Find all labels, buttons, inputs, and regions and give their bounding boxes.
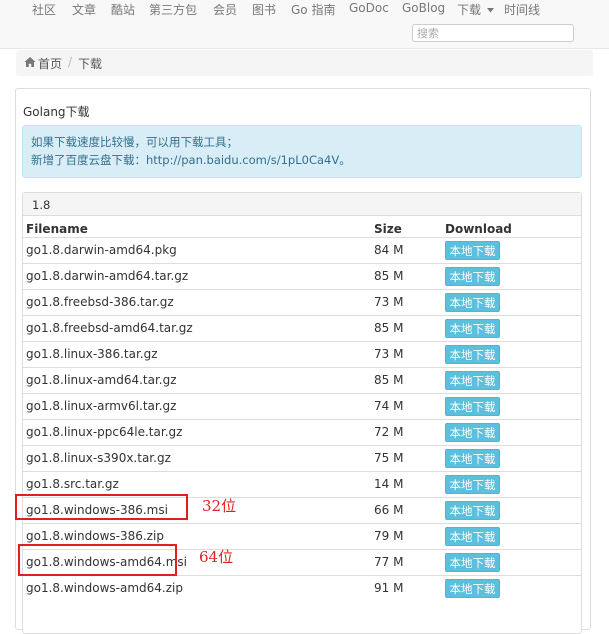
file-size: 85 M <box>374 269 404 283</box>
local-download-button[interactable]: 本地下载 <box>445 501 500 520</box>
table-row: go1.8.linux-ppc64le.tar.gz 72 M 本地下载 <box>23 419 581 446</box>
nav-books[interactable]: 图书 <box>252 1 276 18</box>
table-row: go1.8.darwin-amd64.tar.gz 85 M 本地下载 <box>23 263 581 290</box>
local-download-button[interactable]: 本地下载 <box>445 553 500 572</box>
version-header: 1.8 <box>23 193 581 216</box>
search-input[interactable] <box>412 24 574 42</box>
highlight-box-64bit <box>18 544 177 576</box>
page-title: Golang下载 <box>23 105 90 119</box>
file-size: 66 M <box>374 503 404 517</box>
table-row: go1.8.linux-s390x.tar.gz 75 M 本地下载 <box>23 445 581 472</box>
file-name: go1.8.freebsd-amd64.tar.gz <box>26 321 193 335</box>
nav-timeline[interactable]: 时间线 <box>504 1 540 18</box>
file-size: 74 M <box>374 399 404 413</box>
annotation-label-64bit: 64位 <box>199 548 234 566</box>
file-name: go1.8.windows-386.zip <box>26 529 164 543</box>
file-name: go1.8.linux-armv6l.tar.gz <box>26 399 177 413</box>
file-size: 72 M <box>374 425 404 439</box>
file-size: 73 M <box>374 295 404 309</box>
nav-members[interactable]: 会员 <box>213 1 237 18</box>
file-size: 84 M <box>374 243 404 257</box>
nav-articles[interactable]: 文章 <box>72 1 96 18</box>
table-row: go1.8.linux-armv6l.tar.gz 74 M 本地下载 <box>23 393 581 420</box>
file-name: go1.8.linux-386.tar.gz <box>26 347 158 361</box>
top-navbar: 社区 文章 酷站 第三方包 会员 图书 Go 指南 GoDoc GoBlog 下… <box>0 0 609 49</box>
local-download-button[interactable]: 本地下载 <box>445 423 500 442</box>
file-name: go1.8.linux-ppc64le.tar.gz <box>26 425 183 439</box>
file-size: 85 M <box>374 373 404 387</box>
info-alert: 如果下载速度比较慢，可以用下载工具； 新增了百度云盘下载：http://pan.… <box>22 125 582 178</box>
file-name: go1.8.darwin-amd64.pkg <box>26 243 177 257</box>
local-download-button[interactable]: 本地下载 <box>445 527 500 546</box>
nav-download-label: 下载 <box>457 3 482 17</box>
nav-go-tour[interactable]: Go 指南 <box>291 1 335 18</box>
table-row: go1.8.freebsd-386.tar.gz 73 M 本地下载 <box>23 289 581 316</box>
breadcrumb-current: 下载 <box>78 57 103 71</box>
table-row: go1.8.freebsd-amd64.tar.gz 85 M 本地下载 <box>23 315 581 342</box>
breadcrumb-separator: / <box>68 55 73 69</box>
local-download-button[interactable]: 本地下载 <box>445 293 500 312</box>
column-header-download: Download <box>445 222 512 236</box>
file-name: go1.8.freebsd-386.tar.gz <box>26 295 174 309</box>
file-size: 79 M <box>374 529 404 543</box>
nav-godoc[interactable]: GoDoc <box>349 1 389 15</box>
nav-community[interactable]: 社区 <box>32 1 56 18</box>
alert-text-speed: 如果下载速度比较慢，可以用下载工具； <box>31 135 238 149</box>
breadcrumb-home-link[interactable]: 首页 <box>38 55 62 72</box>
file-name: go1.8.linux-amd64.tar.gz <box>26 373 177 387</box>
local-download-button[interactable]: 本地下载 <box>445 267 500 286</box>
nav-third-party-packages[interactable]: 第三方包 <box>149 1 197 18</box>
file-name: go1.8.windows-amd64.zip <box>26 581 183 595</box>
file-size: 91 M <box>374 581 404 595</box>
local-download-button[interactable]: 本地下载 <box>445 371 500 390</box>
local-download-button[interactable]: 本地下载 <box>445 449 500 468</box>
nav-goblog[interactable]: GoBlog <box>402 1 445 15</box>
home-icon <box>24 57 36 67</box>
file-size: 77 M <box>374 555 404 569</box>
version-label: 1.8 <box>32 198 51 212</box>
table-row: go1.8.windows-amd64.zip 91 M 本地下载 <box>23 575 581 602</box>
nav-download-dropdown[interactable]: 下载 <box>457 1 494 18</box>
local-download-button[interactable]: 本地下载 <box>445 579 500 598</box>
file-name: go1.8.src.tar.gz <box>26 477 119 491</box>
breadcrumb: 首页 / 下载 <box>16 50 593 76</box>
nav-cool-sites[interactable]: 酷站 <box>111 1 135 18</box>
table-row: go1.8.darwin-amd64.pkg 84 M 本地下载 <box>23 237 581 264</box>
table-row: go1.8.linux-amd64.tar.gz 85 M 本地下载 <box>23 367 581 394</box>
table-row: go1.8.linux-386.tar.gz 73 M 本地下载 <box>23 341 581 368</box>
file-name: go1.8.darwin-amd64.tar.gz <box>26 269 189 283</box>
column-header-filename: Filename <box>26 222 88 236</box>
file-size: 73 M <box>374 347 404 361</box>
file-size: 75 M <box>374 451 404 465</box>
local-download-button[interactable]: 本地下载 <box>445 319 500 338</box>
annotation-label-32bit: 32位 <box>202 497 237 515</box>
file-size: 85 M <box>374 321 404 335</box>
local-download-button[interactable]: 本地下载 <box>445 475 500 494</box>
column-header-size: Size <box>374 222 402 236</box>
caret-down-icon <box>486 8 494 13</box>
local-download-button[interactable]: 本地下载 <box>445 241 500 260</box>
local-download-button[interactable]: 本地下载 <box>445 345 500 364</box>
local-download-button[interactable]: 本地下载 <box>445 397 500 416</box>
highlight-box-32bit <box>15 494 188 520</box>
alert-text-baidu: 新增了百度云盘下载：http://pan.baidu.com/s/1pL0Ca4… <box>31 153 351 167</box>
file-name: go1.8.linux-s390x.tar.gz <box>26 451 171 465</box>
file-size: 14 M <box>374 477 404 491</box>
